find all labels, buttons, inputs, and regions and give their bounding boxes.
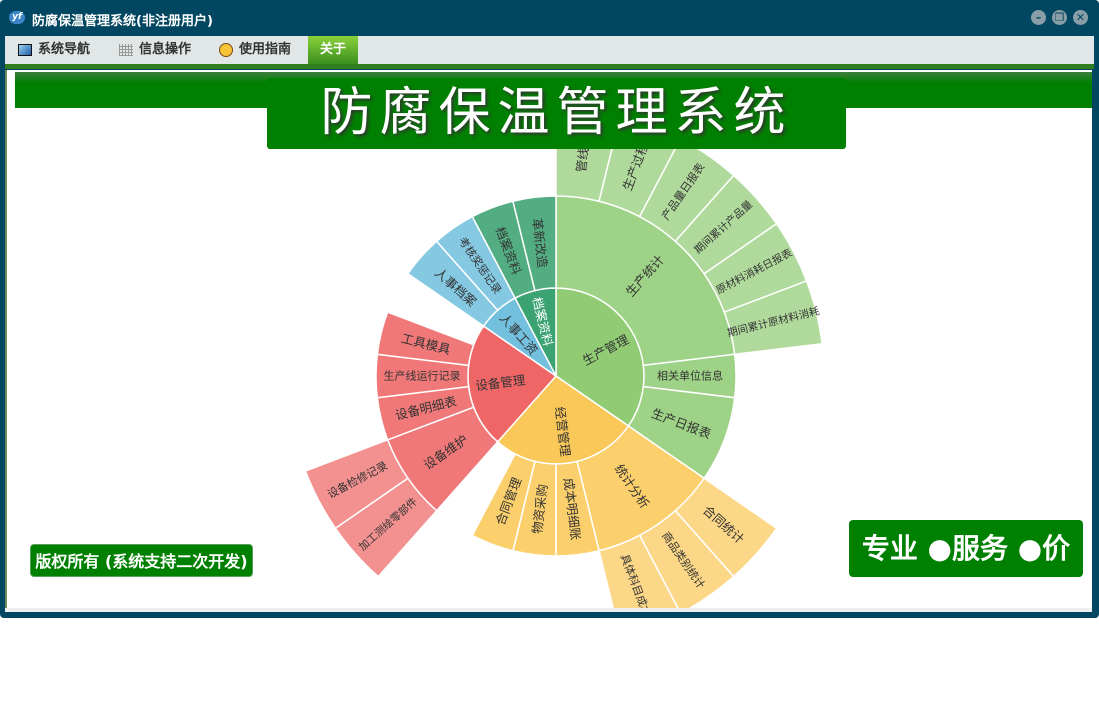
close-icon[interactable]: ✕ — [1073, 10, 1088, 25]
menu-label: 信息操作 — [139, 42, 192, 57]
menu-label: 系统导航 — [38, 42, 91, 57]
menu-bar: 系统导航 信息操作 使用指南 关于 — [5, 36, 1094, 64]
window-title: 防腐保温管理系统(非注册用户) — [32, 14, 213, 29]
title-bar: yf 防腐保温管理系统(非注册用户) – ❐ ✕ — [0, 0, 1099, 36]
page-title: 防腐保温管理系统 — [267, 78, 846, 149]
monitor-icon — [18, 44, 32, 56]
grid-icon — [119, 44, 133, 56]
restore-icon[interactable]: ❐ — [1052, 10, 1067, 25]
divider — [5, 64, 1094, 69]
sunburst-label: 相关单位信息 — [657, 369, 723, 383]
menu-item-info-ops[interactable]: 信息操作 — [119, 36, 191, 64]
sunburst-label: 生产线运行记录 — [384, 369, 461, 383]
status-strip — [5, 608, 1092, 612]
copyright-badge: 版权所有 (系统支持二次开发) — [30, 544, 253, 577]
help-icon — [219, 43, 233, 57]
minimize-icon[interactable]: – — [1031, 10, 1046, 25]
menu-item-navigation[interactable]: 系统导航 — [18, 36, 90, 64]
content-area: 生产管理 生产统计 管线进 生产过程 产品量日报表 期间累计产品量 原材料消耗日报表 期间累计… — [5, 70, 1092, 608]
app-window: yf 防腐保温管理系统(非注册用户) – ❐ ✕ 系统导航 信息操作 使用指南 … — [0, 0, 1099, 618]
menu-item-about[interactable]: 关于 — [308, 36, 359, 64]
app-logo: yf — [9, 11, 25, 24]
menu-item-guide[interactable]: 使用指南 — [219, 36, 291, 64]
menu-label: 使用指南 — [239, 42, 292, 57]
slogan-badge: 专业 ●服务 ●价值 — [849, 520, 1083, 608]
menu-label: 关于 — [320, 42, 347, 57]
